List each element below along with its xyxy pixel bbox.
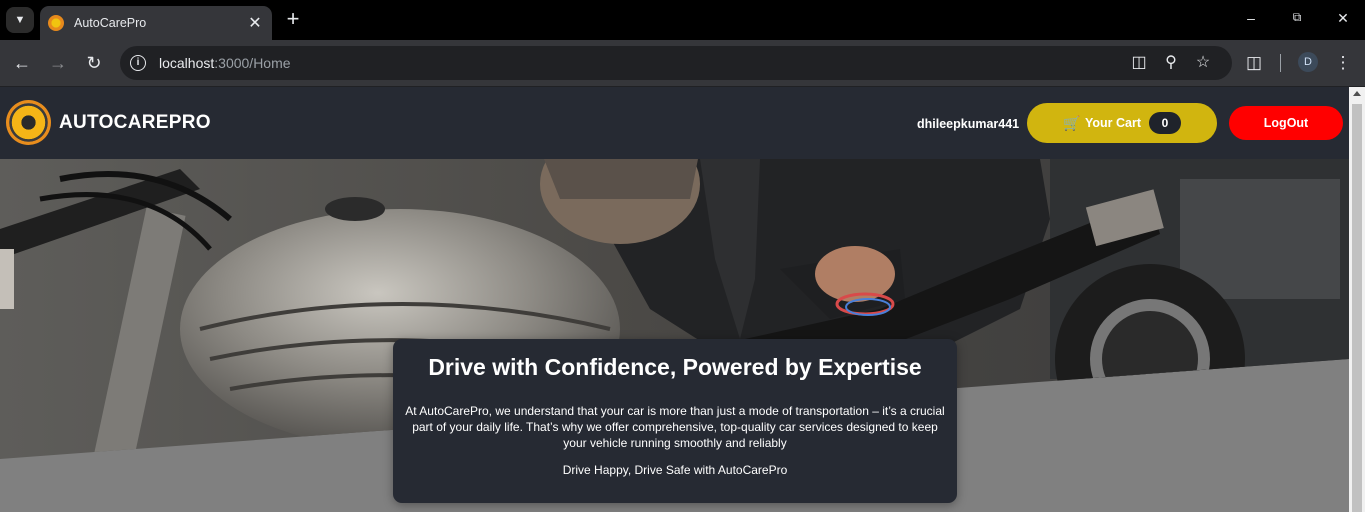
tab-strip: ▼ AutoCarePro ✕ + – ⧉ ✕ [0, 0, 1365, 40]
logo-gear-icon[interactable] [6, 100, 51, 145]
hero-title: Drive with Confidence, Powered by Expert… [428, 354, 922, 380]
cart-count-badge: 0 [1149, 112, 1181, 134]
browser-toolbar: ← → ↻ i localhost:3000/Home ◫ ⚲ ☆ ◫ ⋮ [0, 40, 1365, 86]
site-navbar: AUTOCAREPRO dhileepkumar441 🛒 Your Cart … [0, 87, 1349, 159]
tab-title: AutoCarePro [74, 16, 147, 30]
address-bar[interactable]: i localhost:3000/Home ◫ ⚲ ☆ [120, 46, 1232, 80]
username: dhileepkumar441 [917, 117, 1020, 131]
forward-arrow-icon[interactable]: → [47, 52, 69, 74]
logout-button[interactable]: LogOut [1229, 106, 1343, 140]
tab-close-icon[interactable]: ✕ [244, 13, 266, 33]
favicon-icon [48, 15, 64, 31]
hero-description: At AutoCarePro, we understand that your … [405, 404, 945, 450]
extensions-icon[interactable]: ◫ [1243, 52, 1265, 74]
scroll-up-arrow-icon[interactable] [1353, 91, 1361, 96]
reload-icon[interactable]: ↻ [83, 52, 105, 74]
menu-dots-icon[interactable]: ⋮ [1332, 52, 1354, 74]
restore-icon[interactable]: ⧉ [1287, 10, 1307, 25]
tab-search-chevron-icon[interactable]: ▼ [6, 7, 34, 33]
back-arrow-icon[interactable]: ← [11, 52, 33, 74]
scroll-thumb[interactable] [1352, 104, 1362, 512]
window-close-icon[interactable]: ✕ [1333, 10, 1353, 27]
profile-avatar[interactable]: D [1298, 52, 1318, 72]
page-scrollbar[interactable] [1349, 87, 1365, 512]
hero-tagline: Drive Happy, Drive Safe with AutoCarePro [562, 463, 788, 477]
minimize-icon[interactable]: – [1241, 10, 1261, 26]
new-tab-plus-icon[interactable]: + [281, 8, 305, 32]
toolbar-separator [1280, 54, 1281, 72]
url-text: localhost:3000/Home [159, 55, 291, 71]
install-app-icon[interactable]: ◫ [1130, 54, 1148, 72]
browser-tab[interactable]: AutoCarePro ✕ [40, 6, 272, 40]
cart-label: Your Cart [1085, 116, 1142, 130]
info-icon[interactable]: i [130, 55, 146, 71]
shopping-cart-icon: 🛒 [1063, 114, 1081, 131]
brand-name[interactable]: AUTOCAREPRO [59, 112, 211, 134]
page-viewport: AUTOCAREPRO dhileepkumar441 🛒 Your Cart … [0, 87, 1349, 512]
zoom-icon[interactable]: ⚲ [1162, 54, 1180, 72]
bookmark-star-icon[interactable]: ☆ [1194, 54, 1212, 72]
hero-card: Drive with Confidence, Powered by Expert… [393, 339, 957, 503]
cart-button[interactable]: 🛒 Your Cart 0 [1027, 103, 1217, 143]
